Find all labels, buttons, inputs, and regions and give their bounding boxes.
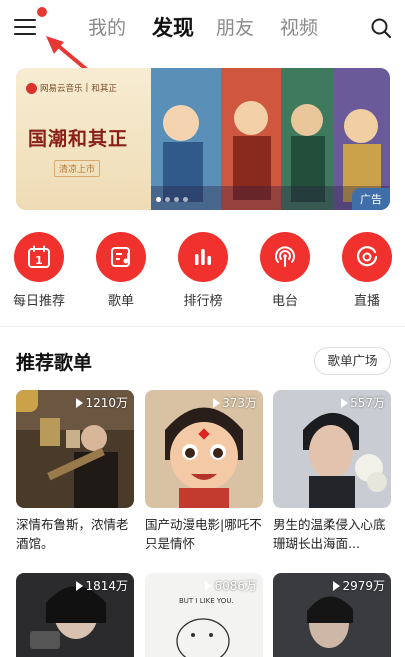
live-icon xyxy=(342,232,392,282)
playlist-title: 男生的温柔侵入心底 珊瑚长出海面... xyxy=(273,517,386,551)
playlist-cover: 1814万 xyxy=(16,573,134,657)
chart-bars-icon xyxy=(178,232,228,282)
banner-title: 国潮和其正 xyxy=(28,128,129,150)
play-count: 2979万 xyxy=(333,577,385,594)
banner-brand-sep: | xyxy=(85,83,89,93)
playlist-title: 深情布鲁斯，浓情老酒馆。 xyxy=(16,517,129,551)
tab-video[interactable]: 视频 xyxy=(280,14,344,42)
shortcut-daily[interactable]: 1 每日推荐 xyxy=(8,232,70,309)
top-bar: 我的 发现 朋友 视频 xyxy=(0,0,405,56)
play-count: 1210万 xyxy=(76,394,128,411)
play-icon xyxy=(333,580,341,591)
play-count-value: 6086万 xyxy=(214,579,257,593)
svg-text:1: 1 xyxy=(35,254,43,267)
banner-subtitle: 清凉上市 xyxy=(54,160,101,177)
promo-banner[interactable]: 网易云音乐 | 和其正 国潮和其正 清凉上市 广告 xyxy=(16,68,390,210)
play-icon xyxy=(213,397,221,408)
banner-pager xyxy=(156,197,188,202)
play-count-value: 373万 xyxy=(222,396,257,410)
play-icon xyxy=(76,397,84,408)
play-icon xyxy=(341,397,349,408)
menu-icon[interactable] xyxy=(14,16,38,38)
playlist-cover: 373万 xyxy=(145,390,263,508)
playlist-square-button[interactable]: 歌单广场 xyxy=(314,347,391,375)
play-count-value: 2979万 xyxy=(342,579,385,593)
tab-discover[interactable]: 发现 xyxy=(152,14,216,42)
top-tabs: 我的 发现 朋友 视频 xyxy=(88,14,344,42)
calendar-icon: 1 xyxy=(14,232,64,282)
banner-brand-partner: 和其正 xyxy=(91,84,117,94)
play-count-value: 1814万 xyxy=(85,579,128,593)
banner-brand-name: 网易云音乐 xyxy=(40,84,83,94)
play-count-value: 1210万 xyxy=(85,396,128,410)
play-icon xyxy=(205,580,213,591)
shortcut-radio[interactable]: 电台 xyxy=(254,232,316,309)
play-count-value: 557万 xyxy=(350,396,385,410)
shortcut-live-label: 直播 xyxy=(353,294,380,309)
playlist-title: 国产动漫电影|哪吒不只是情怀 xyxy=(145,517,262,551)
shortcut-charts-label: 排行榜 xyxy=(183,294,223,309)
shortcut-live[interactable]: 直播 xyxy=(336,232,398,309)
shortcut-playlist[interactable]: 歌单 xyxy=(90,232,152,309)
shortcut-radio-label: 电台 xyxy=(271,294,298,309)
play-count: 6086万 xyxy=(205,577,257,594)
playlist-card[interactable]: 2979万 xyxy=(273,573,391,657)
section-title: 推荐歌单 xyxy=(16,352,93,374)
playlist-cover: 2979万 xyxy=(273,573,391,657)
shortcut-charts[interactable]: 排行榜 xyxy=(172,232,234,309)
search-icon[interactable] xyxy=(370,17,392,39)
cover-corner-badge xyxy=(16,390,38,412)
ad-badge: 广告 xyxy=(352,188,390,210)
playlist-cover: BUT I LIKE YOU. 6086万 xyxy=(145,573,263,657)
notification-dot xyxy=(37,7,47,17)
tab-friends[interactable]: 朋友 xyxy=(216,14,280,42)
playlist-card[interactable]: BUT I LIKE YOU. 6086万 xyxy=(145,573,263,657)
banner-text-panel: 网易云音乐 | 和其正 国潮和其正 清凉上市 xyxy=(16,68,151,210)
play-count: 1814万 xyxy=(76,577,128,594)
play-icon xyxy=(76,580,84,591)
playlist-card[interactable]: 1814万 xyxy=(16,573,134,657)
playlist-card[interactable]: 373万 国产动漫电影|哪吒不只是情怀 xyxy=(145,390,263,553)
playlist-cover: 1210万 xyxy=(16,390,134,508)
playlist-cover: 557万 xyxy=(273,390,391,508)
playlist-card[interactable]: 1210万 深情布鲁斯，浓情老酒馆。 xyxy=(16,390,134,553)
banner-brand: 网易云音乐 | 和其正 xyxy=(26,82,117,94)
svg-text:BUT I LIKE YOU.: BUT I LIKE YOU. xyxy=(179,597,234,605)
radio-icon xyxy=(260,232,310,282)
shortcut-daily-label: 每日推荐 xyxy=(12,294,65,309)
tab-mine[interactable]: 我的 xyxy=(88,14,152,42)
play-count: 557万 xyxy=(341,394,385,411)
netease-logo-icon xyxy=(26,82,37,94)
playlist-card[interactable]: 557万 男生的温柔侵入心底 珊瑚长出海面... xyxy=(273,390,391,553)
play-count: 373万 xyxy=(213,394,257,411)
shortcut-row: 1 每日推荐 歌单 排行榜 电台 直播 xyxy=(0,232,405,312)
shortcut-playlist-label: 歌单 xyxy=(107,294,134,309)
section-divider xyxy=(0,326,405,327)
playlist-icon xyxy=(96,232,146,282)
